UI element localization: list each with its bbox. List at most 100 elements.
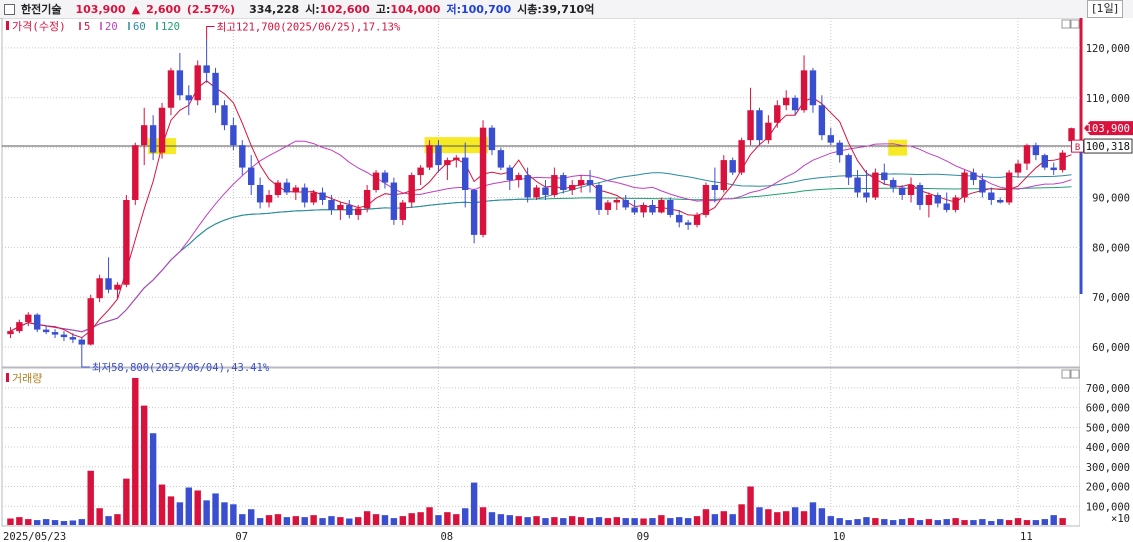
- volume-bar: [390, 518, 398, 525]
- volume-tick-label: 300,000: [1086, 462, 1130, 474]
- period-selector[interactable]: [1일]: [1087, 0, 1123, 18]
- low-value: 100,700: [461, 2, 512, 16]
- candle-body: [149, 125, 157, 153]
- volume-legend-label: 거래량: [12, 372, 42, 385]
- volume-bar: [426, 507, 433, 525]
- volume-bar: [800, 511, 808, 525]
- volume-bar: [916, 520, 924, 525]
- candle-body: [87, 298, 94, 345]
- candle-body: [898, 187, 906, 195]
- volume-bar: [881, 519, 888, 525]
- candle-body: [283, 182, 291, 193]
- volume-bar: [319, 518, 326, 525]
- candle-body: [105, 278, 112, 290]
- candle-body: [185, 95, 193, 101]
- candle-body: [16, 322, 23, 332]
- candle-body: [265, 194, 273, 203]
- volume-bar: [479, 507, 487, 525]
- candle-body: [69, 337, 77, 340]
- candle-body: [247, 167, 255, 186]
- x-tick-label: 08: [440, 531, 453, 542]
- candle-body: [791, 97, 799, 111]
- candle-body: [1041, 155, 1049, 168]
- x-tick-label: 07: [235, 531, 248, 542]
- volume-bar: [613, 517, 621, 525]
- volume-bar: [60, 521, 68, 525]
- candle-body: [560, 175, 567, 191]
- candle-body: [239, 145, 246, 168]
- volume-bar: [140, 405, 148, 525]
- volume-bar: [1005, 520, 1013, 525]
- volume-bar: [836, 518, 843, 525]
- volume-bar: [595, 517, 603, 525]
- candle-body: [274, 182, 282, 195]
- volume-bar: [542, 518, 549, 525]
- candle-body: [25, 314, 32, 323]
- volume-bar: [524, 517, 531, 525]
- volume-bar: [604, 518, 612, 525]
- price-tick-label: 60,000: [1092, 342, 1130, 354]
- candle-body: [479, 127, 487, 235]
- current-price-tag-label: 103,900: [1086, 123, 1130, 135]
- candle-body: [649, 204, 656, 213]
- volume-bar: [33, 520, 41, 525]
- volume-bar: [149, 433, 157, 525]
- candle-body: [756, 110, 763, 141]
- volume-bar: [132, 377, 139, 525]
- volume-bar: [649, 518, 656, 525]
- volume-bar: [221, 502, 228, 525]
- candle-body: [7, 331, 14, 335]
- volume-bar: [328, 516, 335, 525]
- volume-bar: [658, 515, 665, 525]
- candle: [132, 142, 139, 205]
- volume-legend: 거래량: [6, 372, 42, 385]
- price-change-pct: (2.57%): [186, 2, 236, 16]
- candle-body: [568, 185, 576, 191]
- volume-bar: [399, 516, 407, 525]
- volume-bar: [372, 514, 380, 525]
- candle-body: [684, 222, 692, 225]
- volume-bar: [988, 521, 995, 525]
- stock-name[interactable]: 한전기술: [21, 1, 61, 17]
- candle-body: [123, 199, 130, 285]
- candle-body: [435, 145, 442, 166]
- volume-bar: [230, 504, 237, 525]
- candle-body: [417, 167, 424, 176]
- high-annotation: 최고121,700(2025/06/25),17.13%: [217, 21, 401, 33]
- volume-bar: [560, 518, 567, 525]
- volume-bar: [212, 493, 219, 525]
- volume-bar: [925, 519, 933, 525]
- panel-maximize-button: [1061, 369, 1071, 379]
- candle-body: [453, 157, 460, 161]
- x-tick-label: 09: [637, 531, 650, 542]
- candle-body: [488, 127, 496, 151]
- low-label: 저:: [446, 3, 461, 16]
- candle-body: [390, 182, 398, 220]
- candle-body: [399, 202, 407, 220]
- current-price: 103,900: [75, 2, 126, 16]
- panel-close-button: [1070, 369, 1080, 379]
- candle: [702, 182, 710, 218]
- candle-body: [809, 70, 817, 106]
- candle-body: [310, 192, 317, 203]
- stock-chart[interactable]: 60,000 70,000 80,000 90,000 100,000 110,000 12…: [0, 18, 1133, 542]
- volume-bar: [952, 518, 959, 525]
- volume-bar: [301, 517, 308, 525]
- candle-body: [354, 208, 362, 215]
- volume-bar: [283, 517, 291, 525]
- candle: [952, 194, 959, 213]
- volume-bar: [87, 470, 94, 525]
- candle-body: [212, 72, 219, 106]
- volume-bar: [907, 518, 915, 525]
- candle: [123, 194, 130, 288]
- candle: [194, 60, 201, 106]
- volume-bar: [818, 508, 826, 525]
- candle-body: [711, 185, 719, 191]
- volume-bar: [1014, 518, 1022, 525]
- volume-bar: [961, 520, 968, 525]
- panel-close-button: [1070, 19, 1080, 29]
- select-checkbox[interactable]: [4, 3, 15, 15]
- volume-bar: [292, 516, 300, 525]
- x-tick-label: 10: [833, 531, 846, 542]
- candle: [497, 147, 505, 171]
